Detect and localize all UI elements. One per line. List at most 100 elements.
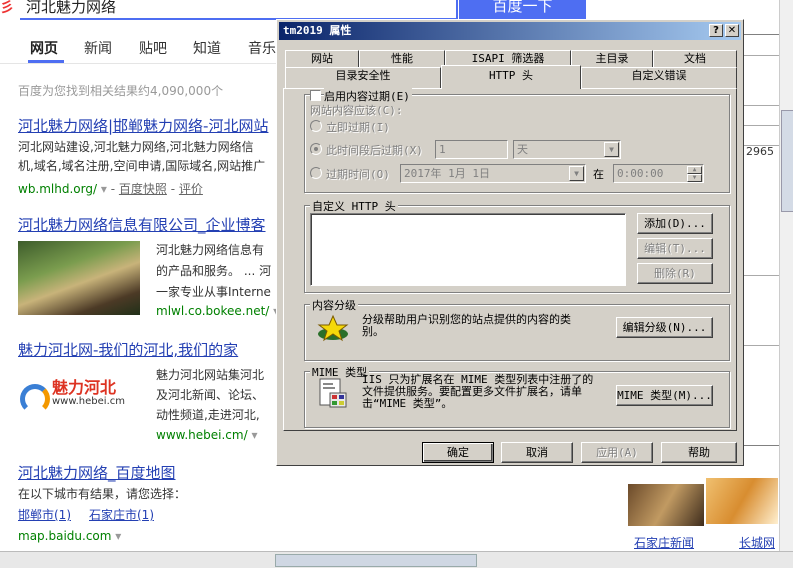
chevron-down-icon[interactable]: ▾ [251, 428, 257, 442]
result-url-text[interactable]: www.hebei.cm/ [156, 428, 248, 442]
tab-zhidao[interactable]: 知道 [193, 38, 221, 58]
result-title-1[interactable]: 河北魅力网络|邯郸魅力网络-河北网站 [18, 115, 268, 136]
ok-button[interactable]: 确定 [422, 442, 494, 463]
search-input[interactable]: 河北魅力网络 [20, 0, 458, 20]
result-title-2[interactable]: 河北魅力网络信息有限公司_企业博客 [18, 214, 266, 235]
mime-types-description: IIS 只为扩展名在 MIME 类型列表中注册了的文件提供服务。要配置更多文件扩… [362, 373, 594, 410]
chevron-down-icon[interactable]: ▾ [101, 182, 107, 196]
custom-http-headers-legend: 自定义 HTTP 头 [310, 198, 398, 214]
result-title-4[interactable]: 河北魅力网络_百度地图 [18, 462, 176, 483]
result-snippet: 的产品和服务。 ... 河 [156, 264, 272, 278]
delete-header-button[interactable]: 删除(R) [637, 263, 713, 284]
expire-after-value[interactable]: 1 [435, 140, 508, 159]
background-number: 2965 [746, 145, 774, 158]
scrollbar-thumb[interactable] [781, 110, 793, 212]
expire-on-radio[interactable] [310, 167, 322, 179]
thumbnail-url: www.hebei.cm [52, 396, 125, 407]
tab-website[interactable]: 网站 [285, 50, 359, 67]
expire-should-label: 网站内容应该(C): [310, 104, 403, 117]
review-link[interactable]: 评价 [179, 182, 203, 196]
dialog-title: tm2019 属性 [283, 24, 352, 37]
news-thumbnail[interactable] [706, 478, 778, 524]
result-thumbnail[interactable] [18, 241, 140, 315]
expire-after-radio[interactable] [310, 143, 322, 155]
news-caption-link[interactable]: 长城网 [739, 534, 775, 551]
result-snippet: 及河北新闻、论坛、 [156, 388, 265, 402]
scrollbar-thumb[interactable] [275, 554, 477, 567]
add-header-button[interactable]: 添加(D)... [637, 213, 713, 234]
expire-after-label[interactable]: 此时间段后过期(X) [326, 142, 423, 158]
logo-swirl-icon [20, 384, 50, 414]
rating-icon [316, 314, 350, 345]
cancel-button[interactable]: 取消 [501, 442, 573, 463]
expire-date-picker[interactable]: 2017年 1月 1日 ▼ [400, 164, 586, 183]
result-snippet: 机,域名,域名注册,空间申请,国际域名,网站推广 [18, 159, 266, 173]
news-thumbnail[interactable] [628, 484, 704, 526]
dialog-titlebar[interactable]: tm2019 属性 [279, 22, 741, 40]
help-button[interactable]: 帮助 [661, 442, 737, 463]
result-snippet: 魅力河北网站集河北 [156, 368, 265, 382]
expire-now-radio[interactable] [310, 120, 322, 132]
rating-description: 分级帮助用户识别您的站点提供的内容的类别。 [362, 313, 571, 338]
properties-dialog: tm2019 属性 ? ✕ 网站 性能 ISAPI 筛选器 主目录 文档 目录安… [276, 19, 744, 466]
thumbnail-brand: 魅力河北 [52, 378, 117, 397]
result-snippet: 动性频道,走进河北, [156, 408, 260, 422]
result-snippet: 一家专业从事Interne [156, 285, 271, 299]
close-icon[interactable]: ✕ [725, 24, 739, 37]
result-url[interactable]: mlwl.co.bokee.net/ ▾ [156, 304, 279, 318]
city-link-shijiazhuang[interactable]: 石家庄市(1) [89, 506, 154, 525]
result-url[interactable]: wb.mlhd.org/ ▾ - 百度快照 - 评价 [18, 180, 203, 197]
spin-up-icon[interactable]: ▲ [687, 166, 702, 174]
expire-after-unit-select[interactable]: 天 ▼ [513, 140, 621, 159]
result-url[interactable]: map.baidu.com ▾ [18, 529, 121, 543]
expire-on-label[interactable]: 过期时间(O) [326, 166, 390, 182]
spin-down-icon[interactable]: ▼ [687, 174, 702, 182]
city-link-handan[interactable]: 邯郸市(1) [18, 506, 71, 525]
snapshot-link[interactable]: 百度快照 [119, 182, 167, 196]
logo-fragment: 彡 [0, 0, 14, 16]
result-thumbnail[interactable]: 魅力河北 www.hebei.cm [18, 370, 140, 426]
expire-now-label[interactable]: 立即过期(I) [326, 119, 390, 135]
result-snippet: 河北魅力网络信息有 [156, 243, 265, 257]
horizontal-scrollbar[interactable] [0, 551, 793, 568]
expire-time-field[interactable]: 0:00:00 ▲ ▼ [613, 164, 704, 183]
news-caption-link[interactable]: 石家庄新闻 [634, 534, 694, 551]
mime-types-button[interactable]: MIME 类型(M)... [616, 385, 713, 406]
result-url[interactable]: www.hebei.cm/ ▾ [156, 428, 257, 442]
at-label: 在 [593, 168, 604, 181]
enable-expiration-checkbox[interactable] [310, 90, 321, 101]
search-button[interactable]: 百度一下 [459, 0, 586, 20]
chevron-down-icon[interactable]: ▼ [569, 166, 584, 181]
tab-web[interactable]: 网页 [30, 38, 58, 58]
result-url-text[interactable]: map.baidu.com [18, 529, 111, 543]
tab-http-headers[interactable]: HTTP 头 [441, 65, 581, 89]
custom-headers-list[interactable] [310, 213, 626, 286]
content-rating-legend: 内容分级 [310, 297, 358, 313]
expire-date-value: 2017年 1月 1日 [404, 167, 490, 180]
nav-divider [0, 63, 278, 64]
help-icon[interactable]: ? [709, 24, 723, 37]
tab-tieba[interactable]: 贴吧 [139, 38, 167, 58]
tab-panel-http-headers: 启用内容过期(E) 网站内容应该(C): 立即过期(I) 此时间段后过期(X) … [283, 88, 737, 431]
result-count: 百度为您找到相关结果约4,090,000个 [18, 84, 224, 98]
expire-time-value: 0:00:00 [617, 167, 664, 180]
tab-directory-security[interactable]: 目录安全性 [285, 67, 441, 88]
result-title-3[interactable]: 魅力河北网-我们的河北,我们的家 [18, 339, 238, 360]
tab-news[interactable]: 新闻 [84, 38, 112, 58]
tab-custom-errors[interactable]: 自定义错误 [581, 67, 737, 88]
result-url-text[interactable]: mlwl.co.bokee.net/ [156, 304, 269, 318]
background-window-fragment [740, 34, 780, 446]
edit-header-button[interactable]: 编辑(T)... [637, 238, 713, 259]
tab-music[interactable]: 音乐 [248, 38, 276, 58]
result-url-text[interactable]: wb.mlhd.org/ [18, 182, 97, 196]
result-snippet: 河北网站建设,河北魅力网络,河北魅力网络信 [18, 140, 254, 154]
tab-documents[interactable]: 文档 [653, 50, 737, 67]
apply-button[interactable]: 应用(A) [581, 442, 653, 463]
chevron-down-icon[interactable]: ▾ [115, 529, 121, 543]
result-snippet: 在以下城市有结果，请您选择： [18, 487, 187, 501]
vertical-scrollbar[interactable] [779, 0, 793, 551]
tab-home-directory[interactable]: 主目录 [571, 50, 653, 67]
chevron-down-icon[interactable]: ▼ [604, 142, 619, 157]
edit-ratings-button[interactable]: 编辑分级(N)... [616, 317, 713, 338]
tab-performance[interactable]: 性能 [359, 50, 445, 67]
